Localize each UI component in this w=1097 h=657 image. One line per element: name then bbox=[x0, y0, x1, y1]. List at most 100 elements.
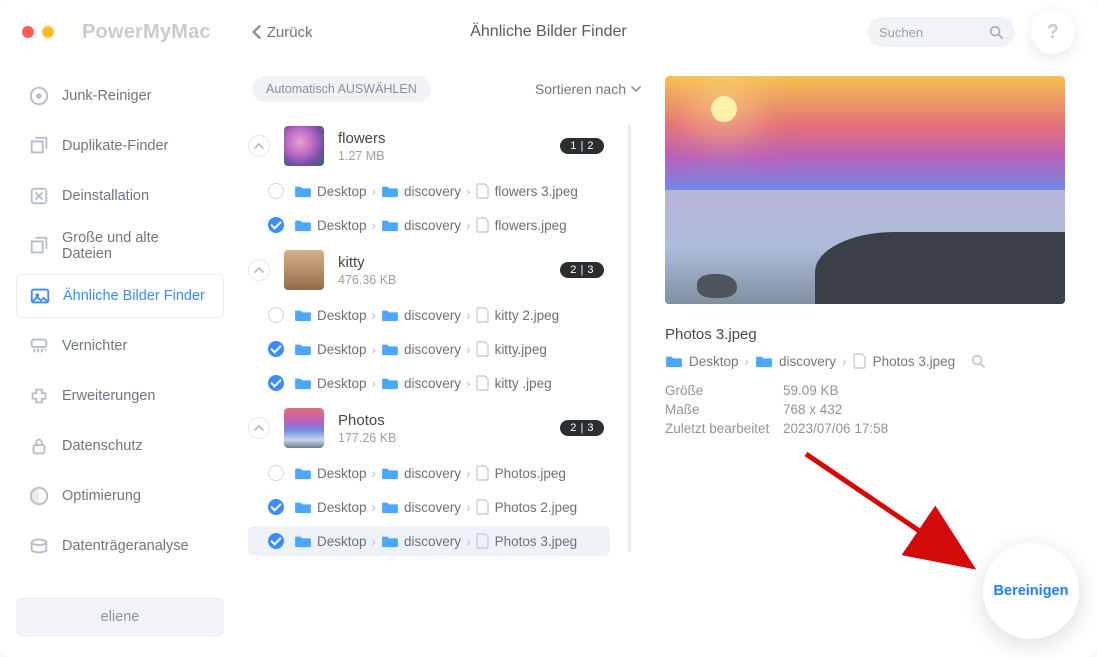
group-name: Photos bbox=[338, 412, 546, 429]
divider bbox=[628, 124, 631, 552]
file-path: Desktop›discovery›kitty .jpeg bbox=[294, 375, 552, 391]
sidebar-item-optimize[interactable]: Optimierung bbox=[16, 474, 224, 518]
file-row[interactable]: Desktop›discovery›Photos 3.jpeg bbox=[248, 526, 610, 556]
results-toolbar: Automatisch AUSWÄHLEN Sortieren nach bbox=[248, 76, 645, 102]
sidebar-item-extensions[interactable]: Erweiterungen bbox=[16, 374, 224, 418]
preview-path: Desktop›discovery›Photos 3.jpeg bbox=[665, 353, 1069, 369]
duplicate-icon bbox=[28, 135, 50, 157]
meta-modified-val: 2023/07/06 17:58 bbox=[783, 421, 1069, 436]
similar-icon bbox=[29, 285, 51, 307]
uninstall-icon bbox=[28, 185, 50, 207]
page-title: Ähnliche Bilder Finder bbox=[470, 23, 627, 41]
app-window: PowerMyMac Zurück Ähnliche Bilder Finder… bbox=[0, 0, 1097, 657]
file-row[interactable]: Desktop›discovery›kitty .jpeg bbox=[248, 368, 610, 398]
sidebar-item-uninstall[interactable]: Deinstallation bbox=[16, 174, 224, 218]
clean-button[interactable]: Bereinigen bbox=[983, 543, 1079, 639]
help-button[interactable]: ? bbox=[1031, 10, 1075, 54]
group-badge: 1 | 2 bbox=[560, 138, 604, 154]
chevron-up-icon[interactable] bbox=[248, 259, 270, 281]
sidebar-item-label: Große und alte Dateien bbox=[62, 230, 212, 262]
checkbox[interactable] bbox=[268, 499, 284, 515]
file-path: Desktop›discovery›flowers 3.jpeg bbox=[294, 183, 578, 199]
traffic-lights bbox=[22, 26, 54, 38]
large-icon bbox=[28, 235, 50, 257]
file-row[interactable]: Desktop›discovery›flowers.jpeg bbox=[248, 210, 610, 240]
file-path: Desktop›discovery›kitty 2.jpeg bbox=[294, 307, 559, 323]
file-row[interactable]: Desktop›discovery›kitty 2.jpeg bbox=[248, 300, 610, 330]
group-thumbnail bbox=[284, 408, 324, 448]
meta-modified-key: Zuletzt bearbeitet bbox=[665, 421, 783, 436]
sidebar-item-similar[interactable]: Ähnliche Bilder Finder bbox=[16, 274, 224, 318]
results-list[interactable]: flowers 1.27 MB 1 | 2 Desktop›discovery›flo… bbox=[248, 120, 614, 556]
meta-dims-val: 768 x 432 bbox=[783, 402, 1069, 417]
sort-button[interactable]: Sortieren nach bbox=[535, 81, 641, 97]
sidebar-item-privacy[interactable]: Datenschutz bbox=[16, 424, 224, 468]
file-path: Desktop›discovery›kitty.jpeg bbox=[294, 341, 547, 357]
search-icon bbox=[989, 25, 1003, 39]
file-row[interactable]: Desktop›discovery›Photos.jpeg bbox=[248, 458, 610, 488]
preview-meta: Größe 59.09 KB Maße 768 x 432 Zuletzt be… bbox=[665, 383, 1069, 436]
group-size: 1.27 MB bbox=[338, 149, 546, 163]
group-name: flowers bbox=[338, 130, 546, 147]
checkbox[interactable] bbox=[268, 183, 284, 199]
user-button[interactable]: eliene bbox=[16, 597, 224, 637]
search-input[interactable]: Suchen bbox=[867, 17, 1015, 47]
back-button[interactable]: Zurück bbox=[251, 24, 313, 41]
sidebar-item-label: Junk-Reiniger bbox=[62, 88, 151, 104]
meta-size-val: 59.09 KB bbox=[783, 383, 1069, 398]
checkbox[interactable] bbox=[268, 375, 284, 391]
file-path: Desktop›discovery›Photos 2.jpeg bbox=[294, 499, 577, 515]
sidebar-item-label: Optimierung bbox=[62, 488, 141, 504]
meta-size-key: Größe bbox=[665, 383, 783, 398]
sort-label: Sortieren nach bbox=[535, 81, 626, 97]
sidebar-item-shredder[interactable]: Vernichter bbox=[16, 324, 224, 368]
group-header[interactable]: Photos 177.26 KB 2 | 3 bbox=[248, 402, 610, 454]
file-row[interactable]: Desktop›discovery›Photos 2.jpeg bbox=[248, 492, 610, 522]
file-row[interactable]: Desktop›discovery›flowers 3.jpeg bbox=[248, 176, 610, 206]
checkbox[interactable] bbox=[268, 465, 284, 481]
sidebar-item-label: Erweiterungen bbox=[62, 388, 156, 404]
sidebar-item-junk[interactable]: Junk-Reiniger bbox=[16, 74, 224, 118]
junk-icon bbox=[28, 85, 50, 107]
sidebar-item-large[interactable]: Große und alte Dateien bbox=[16, 224, 224, 268]
sidebar-item-duplicate[interactable]: Duplikate-Finder bbox=[16, 124, 224, 168]
search-placeholder: Suchen bbox=[879, 25, 989, 40]
sidebar: Junk-Reiniger Duplikate-Finder Deinstallat… bbox=[0, 64, 240, 657]
group-header[interactable]: kitty 476.36 KB 2 | 3 bbox=[248, 244, 610, 296]
group-size: 476.36 KB bbox=[338, 273, 546, 287]
auto-select-button[interactable]: Automatisch AUSWÄHLEN bbox=[252, 76, 431, 102]
preview-image bbox=[665, 76, 1065, 304]
checkbox[interactable] bbox=[268, 533, 284, 549]
shredder-icon bbox=[28, 335, 50, 357]
group-badge: 2 | 3 bbox=[560, 420, 604, 436]
file-path: Desktop›discovery›Photos 3.jpeg bbox=[294, 533, 577, 549]
file-path: Desktop›discovery›Photos.jpeg bbox=[294, 465, 566, 481]
checkbox[interactable] bbox=[268, 217, 284, 233]
group-thumbnail bbox=[284, 250, 324, 290]
group-badge: 2 | 3 bbox=[560, 262, 604, 278]
extensions-icon bbox=[28, 385, 50, 407]
group-header[interactable]: flowers 1.27 MB 1 | 2 bbox=[248, 120, 610, 172]
search-icon[interactable] bbox=[971, 354, 985, 368]
group-name: kitty bbox=[338, 254, 546, 271]
sidebar-item-label: Deinstallation bbox=[62, 188, 149, 204]
chevron-down-icon bbox=[631, 86, 641, 92]
title-bar: PowerMyMac Zurück Ähnliche Bilder Finder… bbox=[0, 0, 1097, 64]
minimize-dot[interactable] bbox=[42, 26, 54, 38]
optimize-icon bbox=[28, 485, 50, 507]
chevron-up-icon[interactable] bbox=[248, 417, 270, 439]
group-size: 177.26 KB bbox=[338, 431, 546, 445]
close-dot[interactable] bbox=[22, 26, 34, 38]
sidebar-item-label: Datenschutz bbox=[62, 438, 143, 454]
sidebar-item-label: Ähnliche Bilder Finder bbox=[63, 288, 205, 304]
sidebar-item-label: Datenträgeranalyse bbox=[62, 538, 189, 554]
checkbox[interactable] bbox=[268, 307, 284, 323]
chevron-up-icon[interactable] bbox=[248, 135, 270, 157]
file-row[interactable]: Desktop›discovery›kitty.jpeg bbox=[248, 334, 610, 364]
sidebar-item-label: Duplikate-Finder bbox=[62, 138, 168, 154]
checkbox[interactable] bbox=[268, 341, 284, 357]
nav-list: Junk-Reiniger Duplikate-Finder Deinstallat… bbox=[16, 74, 224, 587]
sidebar-item-disk[interactable]: Datenträgeranalyse bbox=[16, 524, 224, 568]
disk-icon bbox=[28, 535, 50, 557]
meta-dims-key: Maße bbox=[665, 402, 783, 417]
